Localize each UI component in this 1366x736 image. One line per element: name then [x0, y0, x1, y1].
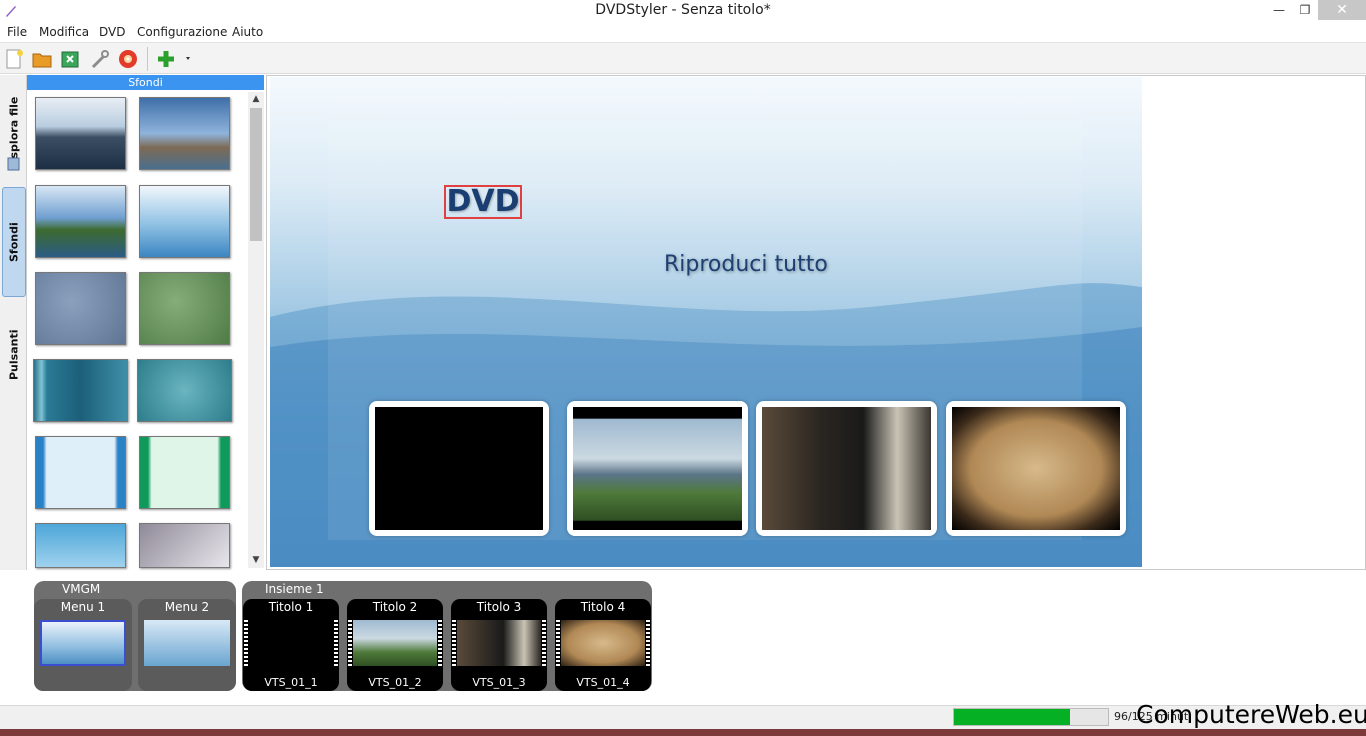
titleset-manager: VMGM Menu 1 Menu 2 Insieme 1 Titolo 1 VT…: [27, 572, 1366, 705]
scroll-up-icon[interactable]: ▲: [249, 94, 263, 104]
title-2-preview: [353, 620, 437, 666]
close-button[interactable]: ✕: [1318, 0, 1366, 20]
film-strip: [542, 620, 546, 666]
title-1-label: Titolo 1: [268, 600, 314, 614]
scrollbar-thumb[interactable]: [250, 108, 262, 241]
background-thumb[interactable]: [35, 272, 126, 345]
backgrounds-panel: Sfondi: [27, 75, 265, 570]
menu-edit[interactable]: Modifica: [39, 25, 89, 39]
title-preview-2: [573, 407, 742, 530]
save-icon[interactable]: [59, 48, 83, 70]
title-3-label: Titolo 3: [476, 600, 522, 614]
dvd-title-text[interactable]: DVD: [444, 185, 522, 219]
add-icon[interactable]: [155, 48, 193, 70]
title-preview-1: [375, 407, 543, 530]
title-3-preview: [457, 620, 541, 666]
title-card-3[interactable]: Titolo 3 VTS_01_3: [451, 599, 547, 691]
title-card-4[interactable]: Titolo 4 VTS_01_4: [555, 599, 651, 691]
title-button-1[interactable]: [369, 401, 549, 536]
vertical-tabs: Esplora file Sfondi Pulsanti: [0, 75, 27, 570]
menu-file[interactable]: File: [7, 25, 27, 39]
title-preview-3: [762, 407, 931, 530]
title-preview-4: [952, 407, 1120, 530]
film-strip: [244, 620, 248, 666]
menu-help[interactable]: Aiuto: [232, 25, 263, 39]
vmgm-label: VMGM: [62, 582, 101, 596]
title-1-file: VTS_01_1: [264, 676, 318, 689]
tab-backgrounds[interactable]: Sfondi: [2, 187, 26, 297]
background-thumb[interactable]: [139, 185, 230, 258]
title-button-4[interactable]: [946, 401, 1126, 536]
settings-icon[interactable]: [89, 48, 113, 70]
background-thumb[interactable]: [33, 359, 128, 422]
file-icon: [6, 155, 22, 171]
menu-dvd[interactable]: DVD: [99, 25, 125, 39]
title-2-file: VTS_01_2: [368, 676, 422, 689]
title-4-file: VTS_01_4: [576, 676, 630, 689]
watermark: ComputereWeb.eu: [1136, 700, 1366, 729]
menu-2-label: Menu 2: [164, 600, 210, 614]
title-card-1[interactable]: Titolo 1 VTS_01_1: [243, 599, 339, 691]
film-strip: [556, 620, 560, 666]
menu-1-preview: [40, 620, 126, 666]
titleset-label: Insieme 1: [265, 582, 324, 596]
title-4-label: Titolo 4: [580, 600, 626, 614]
taskbar: [0, 729, 1366, 736]
open-icon[interactable]: [31, 48, 55, 70]
toolbar-separator: [147, 47, 148, 71]
menu-card-1[interactable]: Menu 1: [34, 599, 132, 691]
title-2-label: Titolo 2: [372, 600, 418, 614]
film-strip: [334, 620, 338, 666]
film-strip: [348, 620, 352, 666]
background-thumb[interactable]: [139, 523, 230, 568]
background-thumb[interactable]: [35, 523, 126, 568]
panel-header: Sfondi: [27, 75, 264, 90]
tab-buttons[interactable]: Pulsanti: [2, 315, 26, 395]
menu-bar: File Modifica DVD Configurazione Aiuto: [0, 22, 1366, 42]
background-thumb[interactable]: [139, 272, 230, 345]
menu-card-2[interactable]: Menu 2: [138, 599, 236, 691]
title-bar: DVDStyler - Senza titolo* — ❐ ✕: [0, 0, 1366, 22]
film-strip: [452, 620, 456, 666]
menu-1-label: Menu 1: [60, 600, 106, 614]
title-4-preview: [561, 620, 645, 666]
background-thumb[interactable]: [35, 436, 126, 509]
background-thumb[interactable]: [35, 97, 126, 170]
background-thumb[interactable]: [137, 359, 232, 422]
disc-usage-fill: [954, 709, 1070, 725]
background-thumb[interactable]: [35, 185, 126, 258]
film-strip: [438, 620, 442, 666]
new-icon[interactable]: [3, 48, 27, 70]
maximize-button[interactable]: ❐: [1290, 0, 1320, 20]
tab-backgrounds-label: Sfondi: [7, 222, 21, 262]
title-button-3[interactable]: [756, 401, 937, 536]
scroll-down-icon[interactable]: ▼: [249, 555, 263, 565]
background-thumb[interactable]: [139, 436, 230, 509]
window-title: DVDStyler - Senza titolo*: [595, 2, 771, 18]
background-thumb[interactable]: [139, 97, 230, 170]
title-3-file: VTS_01_3: [472, 676, 526, 689]
menu-2-preview: [144, 620, 230, 666]
burn-icon[interactable]: [117, 48, 141, 70]
toolbar: [0, 42, 1366, 74]
film-strip: [646, 620, 650, 666]
title-card-2[interactable]: Titolo 2 VTS_01_2: [347, 599, 443, 691]
menu-configuration[interactable]: Configurazione: [137, 25, 227, 39]
title-button-2[interactable]: [567, 401, 748, 536]
tab-buttons-label: Pulsanti: [7, 329, 21, 381]
play-all-button[interactable]: Riproduci tutto: [664, 252, 828, 277]
